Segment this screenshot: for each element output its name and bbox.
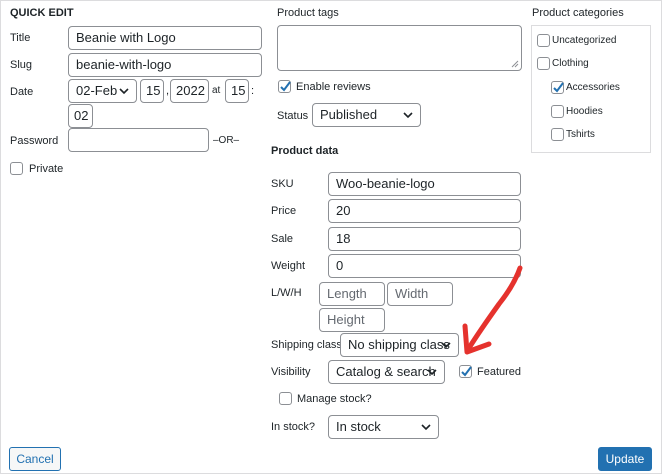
enable-reviews-label: Enable reviews bbox=[296, 81, 371, 93]
shipping-class-value: No shipping class bbox=[348, 337, 450, 352]
sku-label: SKU bbox=[271, 178, 294, 190]
in-stock-value: In stock bbox=[336, 419, 381, 434]
featured-label: Featured bbox=[477, 366, 522, 378]
product-categories-label: Product categories bbox=[532, 7, 624, 19]
chevron-down-icon bbox=[403, 112, 413, 119]
product-tags-label: Product tags bbox=[277, 7, 339, 19]
update-button[interactable]: Update bbox=[598, 447, 652, 471]
status-value: Published bbox=[320, 107, 378, 122]
date-hour-input[interactable]: 15 bbox=[225, 79, 249, 103]
cancel-button[interactable]: Cancel bbox=[9, 447, 61, 471]
chevron-down-icon bbox=[119, 88, 129, 95]
category-checkbox-hoodies[interactable] bbox=[551, 105, 564, 118]
private-checkbox[interactable] bbox=[10, 162, 23, 175]
slug-input[interactable]: beanie-with-logo bbox=[68, 53, 262, 77]
category-label-clothing: Clothing bbox=[552, 58, 589, 69]
date-label: Date bbox=[10, 86, 34, 98]
title-label: Title bbox=[10, 32, 31, 44]
visibility-value: Catalog & search bbox=[336, 364, 436, 379]
category-checkbox-clothing[interactable] bbox=[537, 57, 550, 70]
resize-handle-icon[interactable] bbox=[511, 60, 519, 68]
price-label: Price bbox=[271, 205, 297, 217]
checkmark-icon bbox=[461, 366, 472, 377]
category-checkbox-uncategorized[interactable] bbox=[537, 34, 550, 47]
private-label: Private bbox=[29, 163, 64, 175]
height-input[interactable]: Height bbox=[319, 308, 385, 332]
visibility-select[interactable]: Catalog & search bbox=[328, 360, 445, 384]
sale-label: Sale bbox=[271, 233, 294, 245]
shipping-class-label: Shipping class bbox=[271, 339, 342, 351]
date-comma: , bbox=[166, 85, 170, 97]
sale-input[interactable]: 18 bbox=[328, 227, 521, 251]
quick-edit-heading: QUICK EDIT bbox=[10, 7, 74, 19]
enable-reviews-checkbox[interactable] bbox=[278, 80, 291, 93]
shipping-class-select[interactable]: No shipping class bbox=[340, 333, 459, 357]
category-label-hoodies: Hoodies bbox=[566, 106, 603, 117]
date-day-input[interactable]: 15 bbox=[140, 79, 164, 103]
category-checkbox-accessories[interactable] bbox=[551, 81, 564, 94]
category-label-uncategorized: Uncategorized bbox=[552, 35, 617, 46]
date-month-value: 02-Feb bbox=[76, 83, 118, 98]
annotation-arrow-icon bbox=[462, 265, 523, 355]
lwh-label: L/W/H bbox=[271, 287, 302, 299]
date-at-label: at bbox=[212, 85, 221, 96]
password-input[interactable] bbox=[68, 128, 209, 152]
chevron-down-icon bbox=[421, 424, 431, 431]
status-label: Status bbox=[277, 110, 309, 122]
checkmark-icon bbox=[280, 81, 291, 92]
password-or-label: –OR– bbox=[213, 135, 240, 146]
sku-input[interactable]: Woo-beanie-logo bbox=[328, 172, 521, 196]
manage-stock-checkbox[interactable] bbox=[279, 392, 292, 405]
checkmark-icon bbox=[553, 82, 564, 93]
date-year-input[interactable]: 2022 bbox=[170, 79, 209, 103]
password-label: Password bbox=[10, 135, 59, 147]
product-data-heading: Product data bbox=[271, 145, 339, 157]
chevron-down-icon bbox=[427, 369, 437, 376]
title-input[interactable]: Beanie with Logo bbox=[68, 26, 262, 50]
width-input[interactable]: Width bbox=[387, 282, 453, 306]
price-input[interactable]: 20 bbox=[328, 199, 521, 223]
featured-checkbox[interactable] bbox=[459, 365, 472, 378]
category-label-accessories: Accessories bbox=[566, 82, 620, 93]
date-month-select[interactable]: 02-Feb bbox=[68, 79, 137, 103]
manage-stock-label: Manage stock? bbox=[297, 393, 372, 405]
product-tags-textarea[interactable] bbox=[277, 25, 522, 71]
category-checkbox-tshirts[interactable] bbox=[551, 128, 564, 141]
date-colon: : bbox=[251, 85, 255, 97]
category-label-tshirts: Tshirts bbox=[566, 129, 595, 140]
in-stock-select[interactable]: In stock bbox=[328, 415, 439, 439]
slug-label: Slug bbox=[10, 59, 33, 71]
chevron-down-icon bbox=[441, 342, 451, 349]
status-select[interactable]: Published bbox=[312, 103, 421, 127]
visibility-label: Visibility bbox=[271, 366, 311, 378]
weight-label: Weight bbox=[271, 260, 306, 272]
in-stock-label: In stock? bbox=[271, 421, 316, 433]
date-minute-input[interactable]: 02 bbox=[68, 104, 93, 128]
length-input[interactable]: Length bbox=[319, 282, 385, 306]
